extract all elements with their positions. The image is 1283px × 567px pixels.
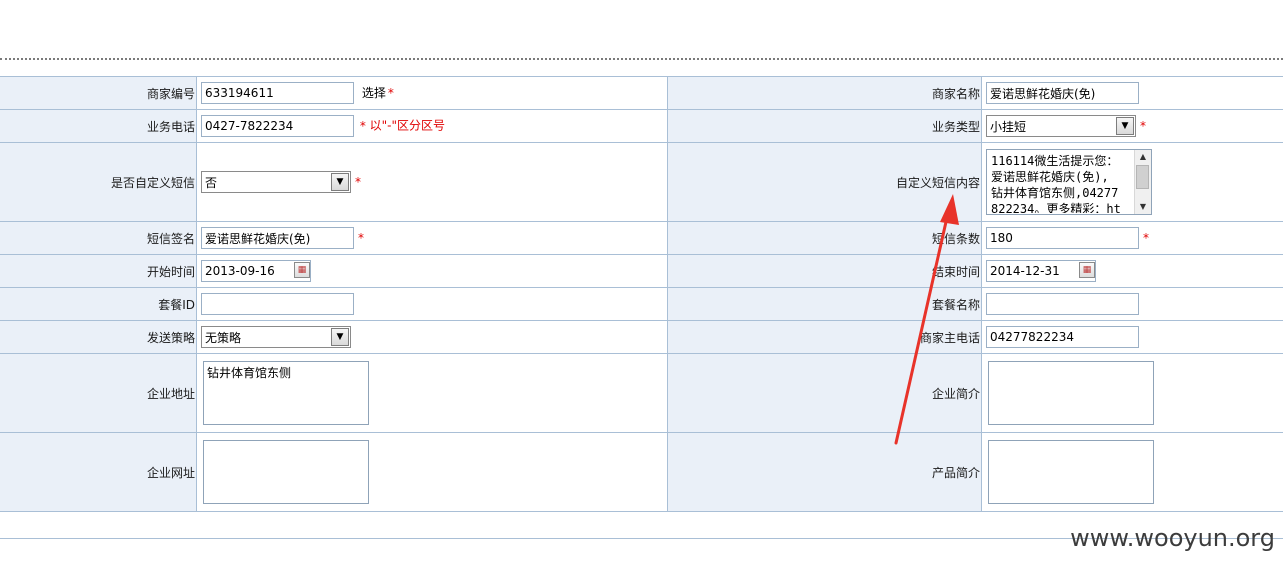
address-textarea[interactable]: 钻井体育馆东侧 [203,361,369,425]
intro-cell [981,353,1283,433]
product-label: 产品简介 [667,432,982,512]
custom-sms-cell: 否 ▼ * [196,142,668,222]
start-time-cell: ▦ [196,254,668,288]
merchant-name-label: 商家名称 [667,76,982,110]
table-row: 企业地址 钻井体育馆东侧 企业简介 [0,353,1283,433]
biz-phone-label: 业务电话 [0,109,197,143]
table-row: 商家编号 选择* 商家名称 [0,76,1283,110]
end-time-cell: ▦ [981,254,1283,288]
website-cell [196,432,668,512]
watermark-text: www.wooyun.org [1070,524,1275,552]
sms-content-label: 自定义短信内容 [667,142,982,222]
sms-sign-cell: * [196,221,668,255]
send-policy-cell: 无策略 ▼ [196,320,668,354]
product-textarea[interactable] [988,440,1154,504]
intro-textarea[interactable] [988,361,1154,425]
sms-sign-label: 短信签名 [0,221,197,255]
table-row: 开始时间 ▦ 结束时间 ▦ [0,254,1283,288]
required-mark: * [1143,230,1149,245]
merchant-form-table: 商家编号 选择* 商家名称 业务电话 * 以"-"区分区号 业务类型 小挂短 ▼… [0,76,1283,512]
start-date-picker[interactable]: ▦ [201,260,311,282]
sms-count-input[interactable] [986,227,1139,249]
calendar-icon[interactable]: ▦ [294,262,310,278]
table-row: 短信签名 * 短信条数 * [0,221,1283,255]
custom-sms-label: 是否自定义短信 [0,142,197,222]
table-row: 业务电话 * 以"-"区分区号 业务类型 小挂短 ▼ * [0,109,1283,143]
sms-content-text: 116114微生活提示您： 爱诺思鲜花婚庆(免), 钻井体育馆东侧,04277 … [991,154,1121,213]
send-policy-select[interactable]: 无策略 ▼ [201,326,351,348]
sms-count-label: 短信条数 [667,221,982,255]
chevron-down-icon[interactable]: ▼ [331,328,349,346]
merchant-no-cell: 选择* [196,76,668,110]
table-row: 发送策略 无策略 ▼ 商家主电话 [0,320,1283,354]
table-row: 企业网址 产品简介 [0,432,1283,512]
send-policy-label: 发送策略 [0,320,197,354]
package-name-input[interactable] [986,293,1139,315]
chevron-down-icon[interactable]: ▼ [1116,117,1134,135]
calendar-icon[interactable]: ▦ [1079,262,1095,278]
start-time-label: 开始时间 [0,254,197,288]
biz-phone-hint: 以"-"区分区号 [369,118,446,133]
end-time-label: 结束时间 [667,254,982,288]
sms-content-cell: 116114微生活提示您： 爱诺思鲜花婚庆(免), 钻井体育馆东侧,04277 … [981,142,1283,222]
scroll-down-icon[interactable]: ▼ [1135,200,1151,214]
biz-type-label: 业务类型 [667,109,982,143]
main-phone-input[interactable] [986,326,1139,348]
sms-content-textarea[interactable]: 116114微生活提示您： 爱诺思鲜花婚庆(免), 钻井体育馆东侧,04277 … [986,149,1152,215]
biz-type-value: 小挂短 [990,119,1027,134]
chevron-down-icon[interactable]: ▼ [331,173,349,191]
scrollbar-thumb[interactable] [1136,165,1149,189]
sms-sign-input[interactable] [201,227,354,249]
merchant-name-cell [981,76,1283,110]
select-merchant-link[interactable]: 选择 [362,86,386,100]
address-label: 企业地址 [0,353,197,433]
dotted-separator [0,58,1283,60]
main-phone-cell [981,320,1283,354]
package-id-input[interactable] [201,293,354,315]
merchant-name-input[interactable] [986,82,1139,104]
required-mark: * [358,230,364,245]
sms-count-cell: * [981,221,1283,255]
biz-phone-input[interactable] [201,115,354,137]
required-mark: * [359,118,366,133]
intro-label: 企业简介 [667,353,982,433]
website-label: 企业网址 [0,432,197,512]
package-id-cell [196,287,668,321]
table-row: 是否自定义短信 否 ▼ * 自定义短信内容 116114微生活提示您： 爱诺思鲜… [0,142,1283,222]
custom-sms-value: 否 [205,175,218,190]
end-date-picker[interactable]: ▦ [986,260,1096,282]
required-mark: * [1140,118,1146,133]
product-cell [981,432,1283,512]
main-phone-label: 商家主电话 [667,320,982,354]
table-row: 套餐ID 套餐名称 [0,287,1283,321]
merchant-no-label: 商家编号 [0,76,197,110]
package-name-label: 套餐名称 [667,287,982,321]
package-id-label: 套餐ID [0,287,197,321]
address-cell: 钻井体育馆东侧 [196,353,668,433]
package-name-cell [981,287,1283,321]
merchant-no-input[interactable] [201,82,354,104]
scroll-up-icon[interactable]: ▲ [1135,150,1151,164]
website-textarea[interactable] [203,440,369,504]
biz-type-select[interactable]: 小挂短 ▼ [986,115,1136,137]
biz-type-cell: 小挂短 ▼ * [981,109,1283,143]
biz-phone-cell: * 以"-"区分区号 [196,109,668,143]
required-mark: * [387,85,394,100]
send-policy-value: 无策略 [205,330,242,345]
custom-sms-select[interactable]: 否 ▼ [201,171,351,193]
required-mark: * [355,174,361,189]
scrollbar[interactable]: ▲ ▼ [1134,150,1151,214]
